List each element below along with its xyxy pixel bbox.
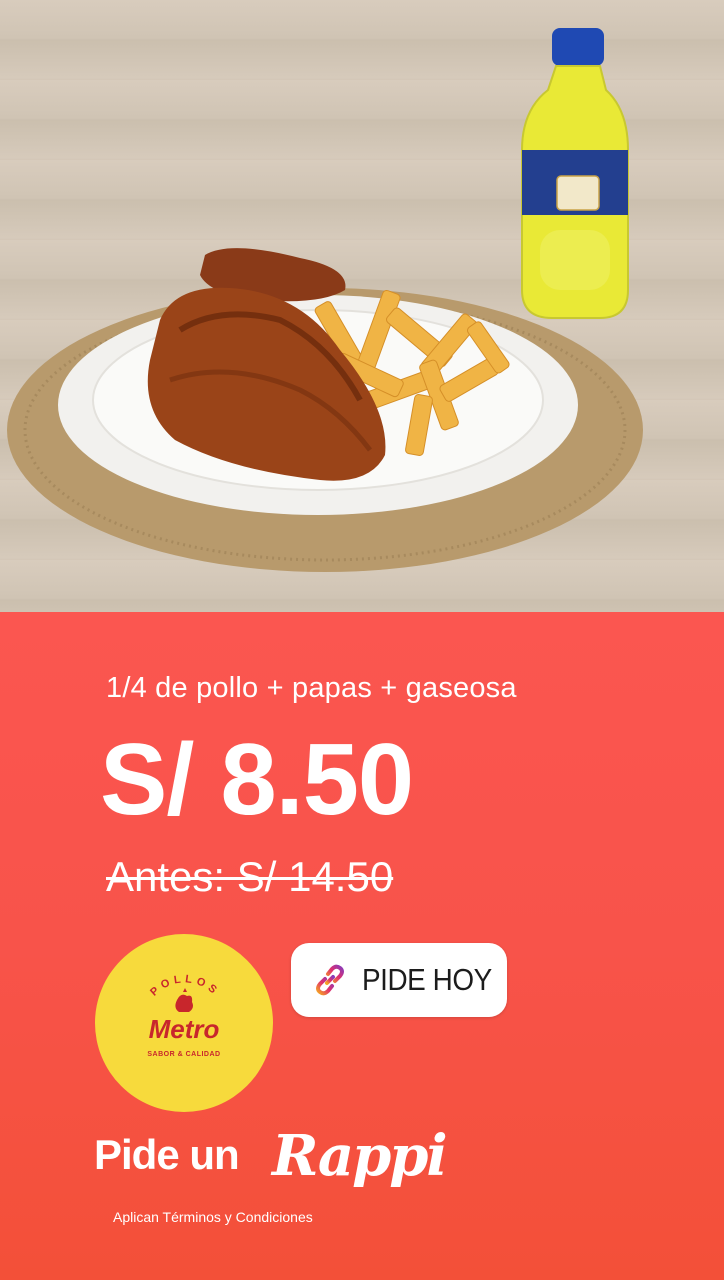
previous-price: Antes: S/ 14.50 bbox=[106, 853, 394, 900]
rappi-prefix: Pide un bbox=[94, 1131, 240, 1178]
rappi-logo: Rappi bbox=[272, 1123, 448, 1189]
pide-hoy-label: PIDE HOY bbox=[362, 962, 492, 997]
pide-hoy-button[interactable]: PIDE HOY bbox=[291, 943, 507, 1017]
logo-name: Metro bbox=[148, 1014, 220, 1044]
offer-description: 1/4 de pollo + papas + gaseosa bbox=[106, 672, 517, 704]
product-photo bbox=[0, 0, 724, 612]
link-icon bbox=[316, 964, 344, 996]
svg-text:POLLOS: POLLOS bbox=[148, 973, 222, 998]
pollos-metro-logo: POLLOS Metro SABOR & CALIDAD bbox=[95, 934, 273, 1112]
logo-tagline: SABOR & CALIDAD bbox=[147, 1051, 221, 1058]
terms-text[interactable]: Aplican Términos y Condiciones bbox=[113, 1209, 313, 1225]
offer-price: S/ 8.50 bbox=[100, 724, 414, 836]
